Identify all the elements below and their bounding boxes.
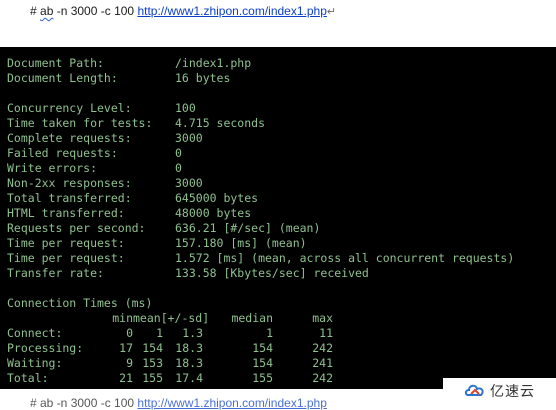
stat-label: Time taken for tests: <box>7 116 153 130</box>
stat-label: Requests per second: <box>7 221 146 235</box>
terminal-row: Requests per second: 636.21 [#/sec] (mean… <box>7 221 514 236</box>
connection-times-row: Total: 21 155 17.4 155 242 <box>7 371 514 386</box>
table-cell: 0 <box>126 326 133 340</box>
table-cell: 1 <box>156 326 163 340</box>
stat-label: HTML transferred: <box>7 206 125 220</box>
terminal-row: Document Path: /index1.php <box>7 56 514 71</box>
stat-value: 0 <box>175 161 182 175</box>
next-command-url-link[interactable]: http://www1.zhipon.com/index1.php <box>137 396 326 410</box>
terminal-row: Transfer rate: 133.58 [Kbytes/sec] receiv… <box>7 266 514 281</box>
command-line: # ab -n 3000 -c 100 http://www1.zhipon.c… <box>30 4 336 22</box>
command-prefix: # <box>30 4 41 18</box>
terminal-row: Complete requests: 3000 <box>7 131 514 146</box>
table-cell: Total: <box>7 371 49 385</box>
terminal-row: Time per request: 157.180 [ms] (mean) <box>7 236 514 251</box>
connection-times-row: Connect: 0 1 1.3 1 11 <box>7 326 514 341</box>
paragraph-mark-icon: ↵ <box>326 6 337 18</box>
terminal-row: Document Length: 16 bytes <box>7 71 514 86</box>
terminal-row: Non-2xx responses: 3000 <box>7 176 514 191</box>
table-cell: Processing: <box>7 341 84 355</box>
yisu-cloud-logo-icon <box>464 384 484 396</box>
table-cell: 1 <box>266 326 273 340</box>
terminal-row: Failed requests: 0 <box>7 146 514 161</box>
table-cell: 154 <box>252 356 273 370</box>
watermark-text: 亿速云 <box>490 384 535 400</box>
table-cell: Waiting: <box>7 356 63 370</box>
watermark: 亿速云 <box>443 378 556 404</box>
table-cell: 242 <box>312 341 333 355</box>
terminal-row: Concurrency Level: 100 <box>7 101 514 116</box>
table-cell: 18.3 <box>175 356 203 370</box>
command-args: -n 3000 -c 100 <box>53 4 138 18</box>
table-cell: 17 <box>119 341 133 355</box>
stat-value: 16 bytes <box>175 71 231 85</box>
terminal-row: Time taken for tests: 4.715 seconds <box>7 116 514 131</box>
terminal-text: Document Path:/index1.php Document Length… <box>7 56 514 386</box>
table-cell: 17.4 <box>175 371 203 385</box>
connection-times-header: minmean[+/-sd] median max <box>7 311 514 326</box>
table-cell: 1.3 <box>182 326 203 340</box>
terminal-row: Total transferred: 645000 bytes <box>7 191 514 206</box>
terminal-row: Write errors: 0 <box>7 161 514 176</box>
table-cell: 153 <box>142 356 163 370</box>
stat-value: 3000 <box>175 131 203 145</box>
stat-value: 0 <box>175 146 182 160</box>
terminal-row: Time per request: 1.572 [ms] (mean, acros… <box>7 251 514 266</box>
table-cell: 9 <box>126 356 133 370</box>
stat-label: Failed requests: <box>7 146 118 160</box>
next-command-prefix: # ab -n 3000 -c 100 <box>30 396 138 410</box>
stat-value: /index1.php <box>175 56 252 70</box>
stat-label: Time per request: <box>7 251 125 265</box>
stat-value: 100 <box>175 101 196 115</box>
table-cell: 18.3 <box>175 341 203 355</box>
stat-value: 636.21 [#/sec] (mean) <box>175 221 321 235</box>
column-header: mean[+/-sd] <box>133 311 210 325</box>
column-header: max <box>312 311 333 325</box>
column-header: median <box>231 311 273 325</box>
stat-label: Transfer rate: <box>7 266 104 280</box>
stat-label: Time per request: <box>7 236 125 250</box>
stat-label: Concurrency Level: <box>7 101 132 115</box>
stat-value: 1.572 [ms] (mean, across all concurrent … <box>175 251 515 265</box>
table-cell: 154 <box>252 341 273 355</box>
table-cell: 155 <box>142 371 163 385</box>
stat-label: Document Length: <box>7 71 118 85</box>
table-cell: Connect: <box>7 326 63 340</box>
stat-value: 133.58 [Kbytes/sec] received <box>175 266 369 280</box>
command-ab: ab <box>40 4 54 18</box>
connection-times-title: Connection Times (ms) <box>7 296 153 310</box>
table-cell: 21 <box>119 371 133 385</box>
stat-value: 645000 bytes <box>175 191 259 205</box>
table-cell: 155 <box>252 371 273 385</box>
table-cell: 241 <box>312 356 333 370</box>
stat-label: Complete requests: <box>7 131 132 145</box>
stat-value: 4.715 seconds <box>175 116 266 130</box>
terminal-output: Document Path:/index1.php Document Length… <box>0 47 556 389</box>
table-cell: 11 <box>319 326 333 340</box>
stat-value: 157.180 [ms] (mean) <box>175 236 307 250</box>
connection-times-row: Waiting: 9 153 18.3 154 241 <box>7 356 514 371</box>
stat-value: 48000 bytes <box>175 206 252 220</box>
stat-value: 3000 <box>175 176 203 190</box>
terminal-row: HTML transferred: 48000 bytes <box>7 206 514 221</box>
stat-label: Document Path: <box>7 56 104 70</box>
stat-label: Non-2xx responses: <box>7 176 132 190</box>
table-cell: 154 <box>142 341 163 355</box>
table-cell: 242 <box>312 371 333 385</box>
column-header: min <box>112 311 133 325</box>
stat-label: Total transferred: <box>7 191 132 205</box>
stat-label: Write errors: <box>7 161 98 175</box>
next-command-line: # ab -n 3000 -c 100 http://www1.zhipon.c… <box>30 396 327 410</box>
connection-times-row: Processing: 17 154 18.3 154 242 <box>7 341 514 356</box>
command-url-link[interactable]: http://www1.zhipon.com/index1.php <box>137 4 326 18</box>
